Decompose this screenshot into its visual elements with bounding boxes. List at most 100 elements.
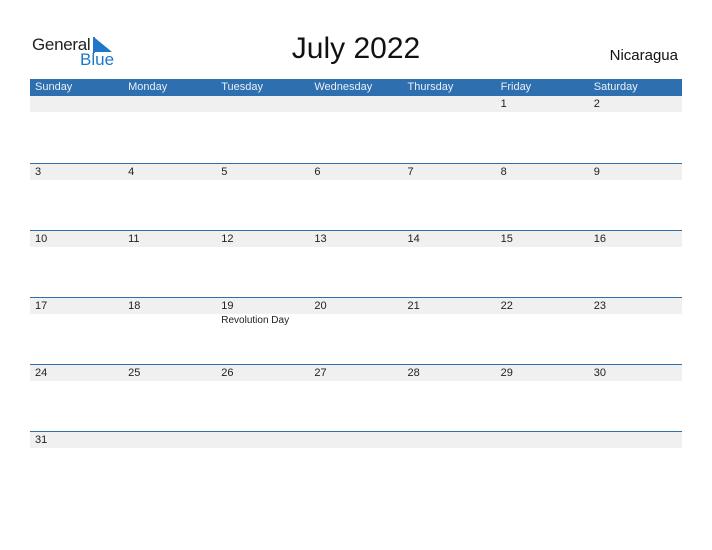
holiday-label (123, 112, 216, 113)
holiday-label (123, 381, 216, 382)
day-number: 19 (221, 300, 234, 312)
date-strip: 31 (30, 431, 682, 448)
holiday-label (403, 247, 496, 248)
weeks-container: 1 2 3 4 5 6 7 8 9 10 11 12 13 14 15 16 17 18 19 20 21 22 23 Rev… (30, 96, 682, 498)
day-number: 11 (128, 233, 140, 245)
holiday-label (123, 180, 216, 181)
holiday-label: Revolution Day (221, 315, 290, 326)
week-row: 17 18 19 20 21 22 23 Revolution Day (30, 297, 682, 364)
holiday-label (589, 180, 682, 181)
date-strip: 3 4 5 6 7 8 9 (30, 163, 682, 180)
day-number: 24 (35, 367, 48, 379)
day-number: 15 (500, 233, 513, 245)
holiday-label (30, 180, 123, 181)
holiday-label (589, 448, 682, 449)
date-strip: 24 25 26 27 28 29 30 (30, 364, 682, 381)
holiday-label (216, 112, 309, 113)
holiday-label (589, 381, 682, 382)
weekday-friday: Friday (500, 81, 532, 93)
day-number: 4 (128, 166, 135, 178)
week-row: 10 11 12 13 14 15 16 (30, 230, 682, 297)
weekday-sunday: Sunday (35, 81, 73, 93)
day-number: 13 (314, 233, 327, 245)
day-number: 30 (593, 367, 606, 379)
calendar-title: July 2022 (291, 32, 421, 65)
day-number: 1 (500, 98, 507, 110)
day-number (403, 432, 496, 448)
holiday-label (30, 448, 123, 449)
day-number: 8 (500, 166, 507, 178)
day-number (309, 96, 402, 112)
day-number: 20 (314, 300, 327, 312)
day-number: 22 (500, 300, 513, 312)
week-row: 24 25 26 27 28 29 30 (30, 364, 682, 431)
day-number (216, 96, 309, 112)
holiday-label (123, 314, 216, 326)
holiday-label (403, 112, 496, 113)
day-number (216, 432, 309, 448)
week-row: 31 (30, 431, 682, 498)
week-row: 3 4 5 6 7 8 9 (30, 163, 682, 230)
day-number: 26 (221, 367, 234, 379)
day-number: 17 (35, 300, 48, 312)
date-strip: 10 11 12 13 14 15 16 (30, 230, 682, 247)
holiday-label (309, 247, 402, 248)
holiday-label (30, 314, 123, 326)
events-row (30, 112, 682, 113)
holiday-label (30, 381, 123, 382)
day-number (123, 432, 216, 448)
holiday-label (216, 247, 309, 248)
day-number: 7 (407, 166, 414, 178)
day-number: 14 (407, 233, 420, 245)
day-number (30, 96, 123, 112)
day-number (403, 96, 496, 112)
holiday-label (30, 247, 123, 248)
weekday-saturday: Saturday (593, 81, 638, 93)
day-number: 9 (593, 166, 600, 178)
holiday-label (403, 448, 496, 449)
holiday-label (403, 381, 496, 382)
holiday-label (216, 448, 309, 449)
day-number: 2 (593, 98, 600, 110)
weekday-header: Sunday Monday Tuesday Wednesday Thursday… (30, 79, 682, 96)
day-number: 18 (128, 300, 141, 312)
day-number: 6 (314, 166, 321, 178)
day-number: 28 (407, 367, 420, 379)
day-number (496, 432, 589, 448)
day-number: 23 (593, 300, 606, 312)
events-row (30, 180, 682, 181)
calendar-grid: Sunday Monday Tuesday Wednesday Thursday… (30, 79, 682, 498)
holiday-label (589, 112, 682, 113)
holiday-label (309, 180, 402, 181)
weekday-tuesday: Tuesday (221, 81, 264, 93)
holiday-label (496, 247, 589, 248)
holiday-label (496, 112, 589, 113)
date-strip: 12 (30, 96, 682, 112)
day-number: 21 (407, 300, 420, 312)
holiday-label (496, 180, 589, 181)
holiday-label (309, 314, 402, 326)
day-number: 31 (35, 434, 48, 446)
holiday-label (589, 314, 682, 326)
holiday-label (309, 381, 402, 382)
week-row: 12 (30, 96, 682, 163)
events-row (30, 247, 682, 248)
holiday-label (403, 180, 496, 181)
weekday-wednesday: Wednesday (314, 81, 373, 93)
holiday-label (123, 247, 216, 248)
holiday-label (309, 448, 402, 449)
events-row: Revolution Day (30, 314, 682, 326)
date-strip: 17 18 19 20 21 22 23 (30, 297, 682, 314)
holiday-label (496, 448, 589, 449)
day-number: 5 (221, 166, 228, 178)
events-row (30, 381, 682, 382)
day-number: 27 (314, 367, 327, 379)
holiday-label (496, 314, 589, 326)
country-label: Nicaragua (609, 47, 678, 64)
weekday-monday: Monday (128, 81, 168, 93)
day-number (589, 432, 682, 448)
holiday-label (216, 180, 309, 181)
day-number (309, 432, 402, 448)
holiday-label (30, 112, 123, 113)
holiday-label (496, 381, 589, 382)
